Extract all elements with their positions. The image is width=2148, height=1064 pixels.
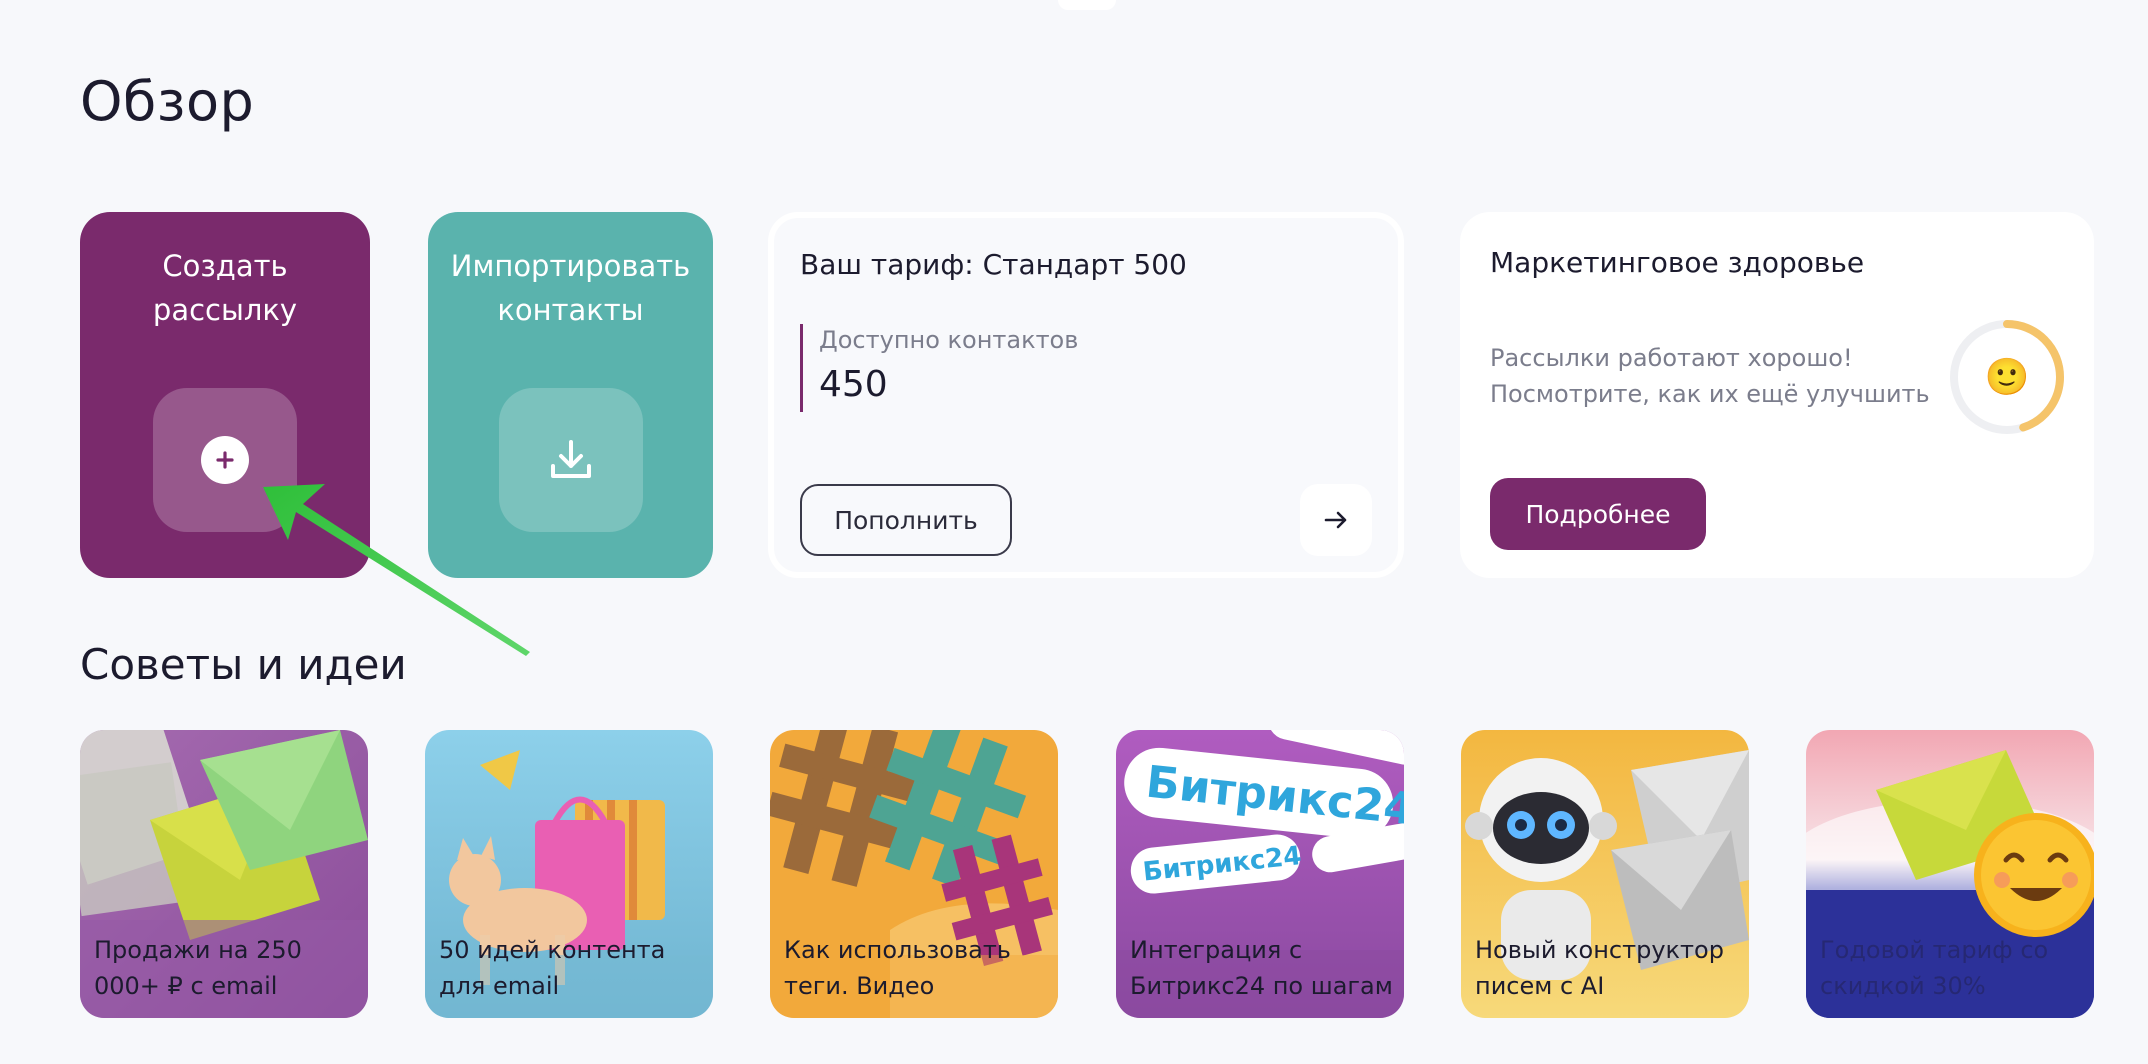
marketing-health-card: Маркетинговое здоровье Рассылки работают… bbox=[1460, 212, 2094, 578]
tariff-title: Ваш тариф: Стандарт 500 bbox=[800, 248, 1187, 281]
health-title: Маркетинговое здоровье bbox=[1490, 246, 1865, 279]
tip-label: Продажи на 250 000+ ₽ с email bbox=[94, 936, 302, 1000]
tip-card-tags-video[interactable]: Как использовать теги. Видео bbox=[770, 730, 1058, 1018]
tip-label: Годовой тариф со скидкой 30% bbox=[1820, 936, 2049, 1000]
health-gauge: 🙂 bbox=[1950, 320, 2064, 434]
topup-button[interactable]: Пополнить bbox=[800, 484, 1012, 556]
details-button[interactable]: Подробнее bbox=[1490, 478, 1706, 550]
import-contacts-tile[interactable]: Импортировать контакты bbox=[428, 212, 713, 578]
create-campaign-button[interactable] bbox=[153, 388, 297, 532]
tips-list: Продажи на 250 000+ ₽ с email 50 идей ко… bbox=[80, 730, 2094, 1018]
contacts-value: 450 bbox=[819, 364, 888, 405]
tip-label: 50 идей контента для email bbox=[439, 936, 666, 1000]
import-contacts-label: Импортировать контакты bbox=[450, 249, 691, 327]
tip-card-content-ideas[interactable]: 50 идей контента для email bbox=[425, 730, 713, 1018]
tip-label: Как использовать теги. Видео bbox=[784, 936, 1011, 1000]
tariff-card: Ваш тариф: Стандарт 500 Доступно контакт… bbox=[768, 212, 1404, 578]
tip-card-sales[interactable]: Продажи на 250 000+ ₽ с email bbox=[80, 730, 368, 1018]
tip-card-annual-discount[interactable]: Годовой тариф со скидкой 30% bbox=[1806, 730, 2094, 1018]
smile-emoji-icon: 🙂 bbox=[1985, 357, 2030, 398]
contacts-label: Доступно контактов bbox=[819, 326, 1079, 354]
download-icon bbox=[550, 440, 591, 478]
top-tab-handle[interactable] bbox=[1058, 0, 1116, 10]
health-line-2: Посмотрите, как их ещё улучшить bbox=[1490, 380, 1930, 408]
health-line-1: Рассылки работают хорошо! bbox=[1490, 344, 1853, 372]
page-title: Обзор bbox=[80, 70, 255, 133]
tip-label: Интеграция с Битрикс24 по шагам bbox=[1130, 936, 1393, 1000]
arrow-right-icon bbox=[1324, 511, 1347, 529]
tip-card-ai-builder[interactable]: Новый конструктор писем с AI bbox=[1461, 730, 1749, 1018]
health-description: Рассылки работают хорошо! Посмотрите, ка… bbox=[1490, 340, 1930, 412]
tariff-details-button[interactable] bbox=[1300, 484, 1372, 556]
plus-circle-icon bbox=[201, 436, 249, 484]
available-contacts: Доступно контактов 450 bbox=[800, 324, 1078, 412]
tips-section-title: Советы и идеи bbox=[80, 640, 407, 689]
tip-card-bitrix24[interactable]: Битрикс24 Битрикс24 Интеграция с Битрикс… bbox=[1116, 730, 1404, 1018]
tip-label: Новый конструктор писем с AI bbox=[1475, 936, 1724, 1000]
import-contacts-button[interactable] bbox=[498, 388, 643, 532]
create-campaign-label: Создать рассылку bbox=[152, 249, 298, 327]
create-campaign-tile[interactable]: Создать рассылку bbox=[80, 212, 370, 578]
